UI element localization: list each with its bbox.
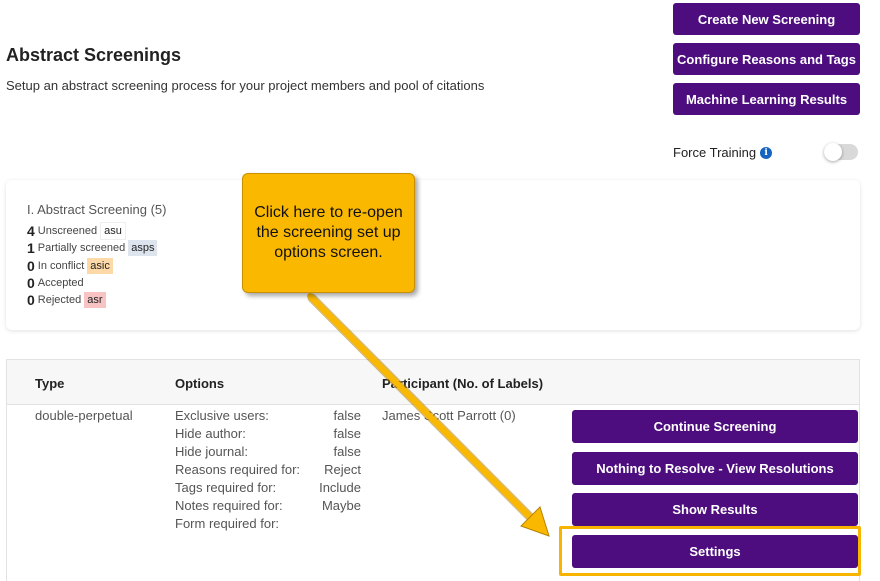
toggle-knob: [824, 143, 842, 161]
page-description: Setup an abstract screening process for …: [6, 78, 485, 93]
stat-partially-screened: 1 Partially screened asps: [27, 240, 158, 256]
stat-count: 1: [27, 240, 35, 256]
stat-count: 0: [27, 275, 35, 291]
screening-type: double-perpetual: [35, 408, 133, 423]
option-label: Hide author:: [175, 426, 246, 441]
stat-count: 0: [27, 292, 35, 308]
stat-in-conflict: 0 In conflict asic: [27, 258, 113, 274]
option-row: Tags required for: Include: [175, 480, 361, 495]
option-label: Notes required for:: [175, 498, 283, 513]
status-badge: asps: [128, 240, 158, 256]
status-badge: asic: [87, 258, 113, 274]
option-label: Form required for:: [175, 516, 280, 531]
option-label: Hide journal:: [175, 444, 248, 459]
status-badge: asr: [84, 292, 106, 308]
page-title: Abstract Screenings: [6, 45, 182, 65]
stat-unscreened: 4 Unscreened asu: [27, 222, 126, 240]
option-label: Exclusive users:: [175, 408, 269, 423]
configure-reasons-tags-button[interactable]: Configure Reasons and Tags: [673, 43, 860, 75]
column-header-options: Options: [175, 376, 225, 391]
show-results-button[interactable]: Show Results: [572, 493, 858, 526]
create-new-screening-button[interactable]: Create New Screening: [673, 3, 860, 35]
stat-label: Partially screened: [37, 242, 126, 254]
instruction-callout: Click here to re-open the screening set …: [242, 173, 415, 293]
force-training-label: Force Training i: [673, 145, 773, 160]
stat-count: 0: [27, 258, 35, 274]
machine-learning-results-button[interactable]: Machine Learning Results: [673, 83, 860, 115]
option-value: false: [333, 408, 361, 423]
option-label: Tags required for:: [175, 480, 277, 495]
stat-label: Unscreened: [37, 225, 98, 237]
option-row: Exclusive users: false: [175, 408, 361, 423]
option-row: Hide author: false: [175, 426, 361, 441]
option-value: false: [333, 426, 361, 441]
info-icon[interactable]: i: [760, 146, 773, 159]
table-header: Type Options Participant (No. of Labels): [7, 360, 859, 405]
option-value: false: [333, 444, 361, 459]
stat-count: 4: [27, 223, 35, 239]
option-row: Notes required for: Maybe: [175, 498, 361, 513]
option-label: Reasons required for:: [175, 462, 301, 477]
option-row: Hide journal: false: [175, 444, 361, 459]
settings-highlight-box: [559, 526, 861, 576]
stat-accepted: 0 Accepted: [27, 275, 84, 291]
option-value: Reject: [324, 462, 361, 477]
stat-label: Rejected: [37, 294, 82, 306]
option-value: Include: [319, 480, 361, 495]
stat-label: Accepted: [37, 277, 84, 289]
stat-label: In conflict: [37, 260, 85, 272]
column-header-type: Type: [35, 376, 65, 391]
view-resolutions-button[interactable]: Nothing to Resolve - View Resolutions: [572, 452, 858, 485]
force-training-toggle[interactable]: [824, 143, 858, 161]
status-badge: asu: [100, 222, 126, 240]
option-value: Maybe: [321, 498, 361, 513]
participant-name: James Scott Parrott (0): [382, 408, 516, 423]
summary-title[interactable]: I. Abstract Screening (5): [27, 202, 166, 217]
column-header-participant: Participant (No. of Labels): [382, 376, 544, 391]
option-row: Reasons required for: Reject: [175, 462, 361, 477]
force-training-text: Force Training: [673, 145, 757, 160]
screening-summary-card: I. Abstract Screening (5) 4 Unscreened a…: [6, 180, 860, 330]
continue-screening-button[interactable]: Continue Screening: [572, 410, 858, 443]
option-row: Form required for:: [175, 516, 361, 531]
stat-rejected: 0 Rejected asr: [27, 292, 106, 308]
